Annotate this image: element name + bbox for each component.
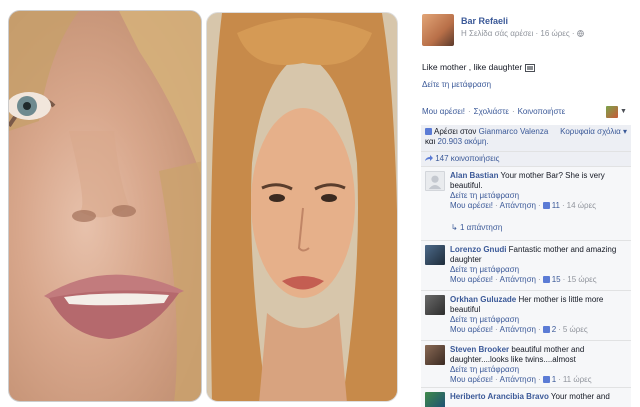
vintage-portrait-illustration — [207, 13, 397, 401]
comment-meta: Μου αρέσει! · Απάντηση · 11 · 14 ώρες — [450, 201, 597, 210]
comment-like-button[interactable]: Μου αρέσει! — [450, 375, 493, 384]
post-header: Bar Refaeli Η Σελίδα σάς αρέσει · 16 ώρε… — [422, 14, 634, 50]
photo-emoticon-icon — [524, 62, 535, 72]
comment-item: Lorenzo Gnudi Fantastic mother and amazi… — [421, 241, 631, 293]
comment-timestamp[interactable]: 15 ώρες — [567, 275, 596, 284]
comment-text: Your mother and — [550, 392, 610, 401]
comment-item: Alan Bastian Your mother Bar? She is ver… — [421, 167, 631, 241]
comment-button[interactable]: Σχολιάστε — [474, 107, 509, 116]
likes-summary: Αρέσει στον Gianmarco Valenza Κορυφαία σ… — [421, 125, 631, 152]
top-comments-dropdown[interactable]: Κορυφαία σχόλια ▾ — [560, 127, 627, 136]
page-avatar[interactable] — [422, 14, 454, 46]
comment-author-link[interactable]: Steven Brooker — [450, 345, 509, 354]
chevron-down-icon[interactable]: ▼ — [620, 108, 627, 115]
comment-reply-button[interactable]: Απάντηση — [500, 375, 536, 384]
comment-like-count[interactable]: 2 — [552, 325, 556, 334]
comment-like-button[interactable]: Μου αρέσει! — [450, 325, 493, 334]
thumbs-up-icon — [542, 325, 552, 334]
commenter-avatar[interactable] — [425, 345, 445, 365]
comment-author-link[interactable]: Lorenzo Gnudi — [450, 245, 506, 254]
comment-translate-link[interactable]: Δείτε τη μετάφραση — [450, 315, 519, 324]
actor-avatar[interactable] — [606, 106, 618, 118]
comment-body: Orkhan Guluzade Her mother is little mor… — [450, 295, 626, 335]
comment-like-count[interactable]: 15 — [552, 275, 561, 284]
thumbs-up-icon — [542, 275, 552, 284]
liker-name-link[interactable]: Gianmarco Valenza — [479, 127, 549, 136]
post-caption: Like mother , like daughter — [422, 62, 535, 72]
comment-translate-link[interactable]: Δείτε τη μετάφραση — [450, 191, 519, 200]
post-meta: Η Σελίδα σάς αρέσει · 16 ώρες · — [461, 29, 584, 38]
share-icon — [425, 154, 435, 163]
post-actions: Μου αρέσει! · Σχολιάστε · Κοινοποιήστε — [422, 107, 566, 116]
comment-item: Heriberto Arancibia Bravo Your mother an… — [421, 388, 631, 407]
shares-count-link[interactable]: 147 κοινοποιήσεις — [435, 154, 499, 163]
commenter-avatar[interactable] — [425, 392, 445, 407]
photo-viewer — [0, 0, 409, 407]
globe-icon — [576, 29, 584, 38]
comment-meta: Μου αρέσει! · Απάντηση · 1 · 11 ώρες — [450, 375, 592, 384]
caption-text: Like mother , like daughter — [422, 62, 523, 72]
likes-and: και — [425, 137, 436, 146]
comment-body: Alan Bastian Your mother Bar? She is ver… — [450, 171, 626, 211]
others-likes-link[interactable]: 20.903 ακόμη. — [438, 137, 489, 146]
post-meta-text[interactable]: Η Σελίδα σάς αρέσει · 16 ώρες · — [461, 29, 575, 38]
comment-author-link[interactable]: Heriberto Arancibia Bravo — [450, 392, 549, 401]
comment-item: Orkhan Guluzade Her mother is little mor… — [421, 291, 631, 343]
commenter-avatar[interactable] — [425, 245, 445, 265]
default-avatar-icon[interactable] — [425, 171, 445, 191]
likes-prefix: Αρέσει στον — [434, 127, 477, 136]
view-replies-link[interactable]: ↳ 1 απάντηση — [451, 223, 502, 233]
comment-body: Lorenzo Gnudi Fantastic mother and amazi… — [450, 245, 626, 285]
comment-translate-link[interactable]: Δείτε τη μετάφραση — [450, 265, 519, 274]
comment-like-count[interactable]: 1 — [552, 375, 556, 384]
thumbs-up-icon — [542, 375, 552, 384]
closeup-face-illustration — [9, 11, 201, 401]
like-button[interactable]: Μου αρέσει! — [422, 107, 465, 116]
comment-timestamp[interactable]: 11 ώρες — [563, 375, 592, 384]
comment-like-count[interactable]: 11 — [552, 201, 560, 210]
replies-count: 1 απάντηση — [459, 223, 503, 232]
thumbs-up-icon — [542, 201, 552, 210]
comment-translate-link[interactable]: Δείτε τη μετάφραση — [450, 365, 519, 374]
photo-closeup-face[interactable] — [8, 10, 202, 402]
comment-author-link[interactable]: Orkhan Guluzade — [450, 295, 516, 304]
page-name-link[interactable]: Bar Refaeli — [461, 16, 508, 26]
thumbs-up-icon — [425, 128, 432, 136]
comment-like-button[interactable]: Μου αρέσει! — [450, 201, 493, 210]
comment-body: Heriberto Arancibia Bravo Your mother an… — [450, 392, 626, 402]
comment-meta: Μου αρέσει! · Απάντηση · 15 · 15 ώρες — [450, 275, 597, 284]
comment-meta: Μου αρέσει! · Απάντηση · 2 · 5 ώρες — [450, 325, 588, 334]
comment-reply-button[interactable]: Απάντηση — [500, 201, 536, 210]
see-translation-link[interactable]: Δείτε τη μετάφραση — [422, 80, 491, 89]
share-button[interactable]: Κοινοποιήστε — [518, 107, 566, 116]
reply-arrow-icon: ↳ — [451, 223, 458, 232]
comments-list: Alan Bastian Your mother Bar? She is ver… — [421, 167, 631, 407]
comment-reply-button[interactable]: Απάντηση — [500, 275, 536, 284]
photo-vintage-portrait[interactable] — [206, 12, 398, 402]
shares-summary: 147 κοινοποιήσεις — [421, 152, 631, 167]
comment-timestamp[interactable]: 14 ώρες — [567, 201, 596, 210]
comment-body: Steven Brooker beautiful mother and daug… — [450, 345, 626, 385]
comment-reply-button[interactable]: Απάντηση — [500, 325, 536, 334]
comment-item: Steven Brooker beautiful mother and daug… — [421, 341, 631, 393]
comment-timestamp[interactable]: 5 ώρες — [563, 325, 588, 334]
comment-like-button[interactable]: Μου αρέσει! — [450, 275, 493, 284]
comment-author-link[interactable]: Alan Bastian — [450, 171, 498, 180]
commenter-avatar[interactable] — [425, 295, 445, 315]
